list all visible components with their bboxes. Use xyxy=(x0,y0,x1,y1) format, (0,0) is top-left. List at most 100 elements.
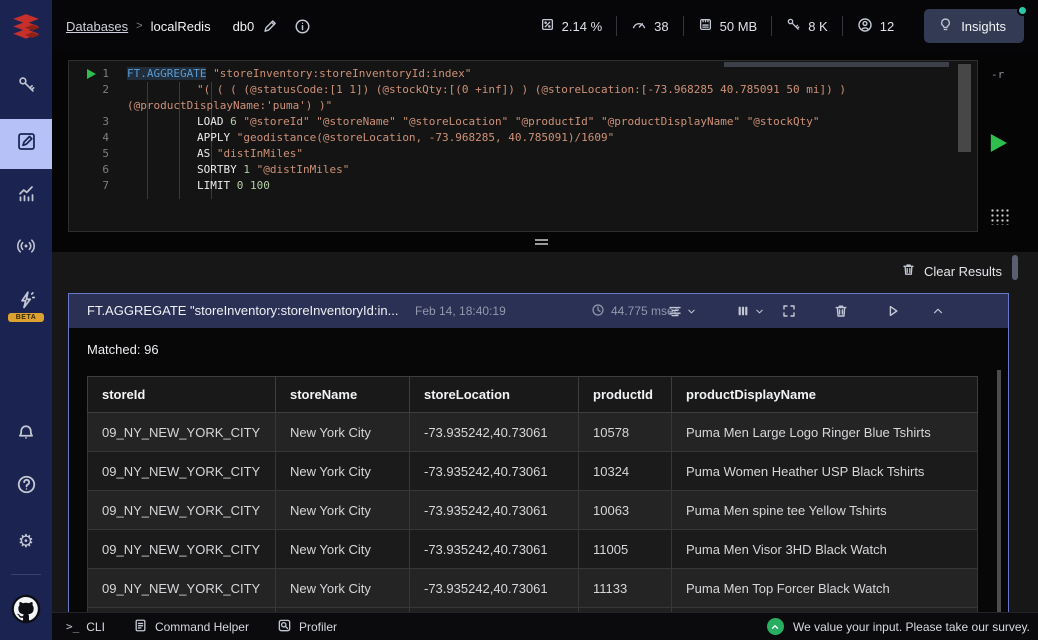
code-line[interactable]: 3LOAD 6 "@storeId" "@storeName" "@storeL… xyxy=(69,114,953,130)
profiler-label: Profiler xyxy=(299,620,337,634)
code-line[interactable]: 6SORTBY 1 "@distInMiles" xyxy=(69,162,953,178)
survey-icon xyxy=(767,618,784,635)
table-cell: -73.935242,40.73061 xyxy=(410,413,579,452)
table-view-button[interactable] xyxy=(735,294,765,328)
code-line[interactable]: (@productDisplayName:'puma') )" xyxy=(69,98,953,114)
profiler-button[interactable]: Profiler xyxy=(263,613,351,640)
sidebar-item-workbench[interactable] xyxy=(0,119,52,169)
sidebar-item-help[interactable] xyxy=(0,462,52,512)
beta-badge: BETA xyxy=(8,313,44,322)
table-cell: 09_NY_NEW_YORK_CITY xyxy=(88,530,276,569)
delete-result-button[interactable] xyxy=(833,294,849,328)
insights-button[interactable]: Insights xyxy=(924,9,1024,43)
table-row[interactable]: 09_NY_NEW_YORK_CITYNew York City-73.9352… xyxy=(88,413,978,452)
code-line[interactable]: 4APPLY "geodistance(@storeLocation, -73.… xyxy=(69,130,953,146)
table-cell: 09_NY_NEW_YORK_CITY xyxy=(88,569,276,608)
query-timestamp: Feb 14, 18:40:19 xyxy=(415,294,506,328)
code-text: LIMIT 0 100 xyxy=(127,178,270,194)
edit-database-icon[interactable] xyxy=(262,18,278,34)
workbench-edit-icon xyxy=(16,131,37,157)
table-row[interactable]: 09_NY_NEW_YORK_CITYNew York City-73.9352… xyxy=(88,452,978,491)
top-bar: Databases > localRedis db0 2.14 % xyxy=(52,0,1038,52)
cpu-value: 2.14 % xyxy=(562,19,602,34)
play-icon xyxy=(986,131,1010,155)
rerun-query-button[interactable] xyxy=(885,294,901,328)
clear-results-button[interactable]: Clear Results xyxy=(897,258,1006,284)
pane-divider[interactable] xyxy=(52,232,1038,252)
raw-mode-toggle[interactable]: -r xyxy=(991,68,1004,81)
results-table-head: storeIdstoreNamestoreLocationproductIdpr… xyxy=(88,377,978,413)
breadcrumb-separator: > xyxy=(136,20,142,32)
table-cell: Puma Women Heather USP Black Tshirts xyxy=(672,452,978,491)
table-cell: New York City xyxy=(276,530,410,569)
help-icon xyxy=(16,474,37,500)
table-cell: Puma Men Top Forcer Black Watch xyxy=(672,569,978,608)
metric-cpu: 2.14 % xyxy=(526,17,616,35)
chevron-up-icon xyxy=(931,304,945,318)
code-text: (@productDisplayName:'puma') )" xyxy=(127,98,332,114)
line-number: 3 xyxy=(69,114,127,130)
chevron-down-icon xyxy=(686,306,697,317)
minimap-viewport xyxy=(724,62,949,67)
column-header[interactable]: storeLocation xyxy=(410,377,579,413)
chevron-down-icon xyxy=(754,306,765,317)
table-cell: Puma Men Visor 3HD Black Watch xyxy=(672,530,978,569)
commands-per-sec-value: 38 xyxy=(654,19,668,34)
insights-label: Insights xyxy=(961,19,1006,34)
metric-total-keys: 8 K xyxy=(772,17,842,35)
table-cell: Puma Men spine tee Yellow Tshirts xyxy=(672,491,978,530)
sidebar-item-notifications[interactable] xyxy=(0,410,52,460)
code-line[interactable]: 2"( ( ( (@statusCode:[1 1]) (@stockQty:[… xyxy=(69,82,953,98)
column-header[interactable]: storeName xyxy=(276,377,410,413)
table-cell: -73.935242,40.73061 xyxy=(410,491,579,530)
clear-results-label: Clear Results xyxy=(924,264,1002,279)
collapse-result-button[interactable] xyxy=(931,294,945,328)
breadcrumb: Databases > localRedis db0 xyxy=(66,18,311,35)
survey-link[interactable]: We value your input. Please take our sur… xyxy=(767,618,1030,635)
columns-icon xyxy=(735,303,751,319)
sidebar-item-github[interactable] xyxy=(0,586,52,636)
view-mode-button[interactable] xyxy=(667,294,697,328)
breadcrumb-databases-link[interactable]: Databases xyxy=(66,19,128,34)
table-cell: New York City xyxy=(276,413,410,452)
query-editor[interactable]: 1FT.AGGREGATE "storeInventory:storeInven… xyxy=(68,60,978,232)
code-lines[interactable]: 1FT.AGGREGATE "storeInventory:storeInven… xyxy=(69,66,953,194)
sidebar-item-pubsub[interactable] xyxy=(0,223,52,273)
fullscreen-button[interactable] xyxy=(781,294,797,328)
results-scrollbar[interactable] xyxy=(1012,255,1018,280)
info-icon[interactable] xyxy=(294,18,311,35)
query-card-header[interactable]: FT.AGGREGATE "storeInventory:storeInvent… xyxy=(69,294,1008,328)
editor-resize-handle-icon[interactable] xyxy=(990,208,1009,225)
table-row[interactable]: 09_NY_NEW_YORK_CITYNew York City-73.9352… xyxy=(88,569,978,608)
card-scrollbar[interactable] xyxy=(997,370,1001,612)
table-cell: 10578 xyxy=(579,413,672,452)
cli-button[interactable]: >_ CLI xyxy=(52,613,119,640)
table-cell: New York City xyxy=(276,491,410,530)
results-table: storeIdstoreNamestoreLocationproductIdpr… xyxy=(87,376,978,612)
sidebar-item-browser[interactable] xyxy=(0,62,52,112)
command-helper-button[interactable]: Command Helper xyxy=(119,613,263,640)
table-cell: 11133 xyxy=(579,569,672,608)
column-header[interactable]: storeId xyxy=(88,377,276,413)
sidebar-item-analytics[interactable] xyxy=(0,170,52,220)
run-query-button[interactable] xyxy=(986,130,1012,156)
total-keys-value: 8 K xyxy=(808,19,828,34)
query-result-card: FT.AGGREGATE "storeInventory:storeInvent… xyxy=(68,293,1009,612)
sidebar-item-settings[interactable]: ⚙ xyxy=(0,516,52,566)
column-header[interactable]: productId xyxy=(579,377,672,413)
code-line[interactable]: 1FT.AGGREGATE "storeInventory:storeInven… xyxy=(69,66,953,82)
code-line[interactable]: 5AS "distInMiles" xyxy=(69,146,953,162)
redis-logo[interactable] xyxy=(0,0,52,58)
code-line[interactable]: 7LIMIT 0 100 xyxy=(69,178,953,194)
code-text: "( ( ( (@statusCode:[1 1]) (@stockQty:[(… xyxy=(127,82,846,98)
metric-connected-clients: 12 xyxy=(843,17,908,36)
table-row[interactable]: 09_NY_NEW_YORK_CITYNew York City-73.9352… xyxy=(88,491,978,530)
line-number: 5 xyxy=(69,146,127,162)
key-icon xyxy=(17,75,36,99)
user-icon xyxy=(857,17,873,36)
clock-icon xyxy=(591,303,605,320)
editor-scrollbar[interactable] xyxy=(958,64,971,152)
table-row[interactable]: 09_NY_NEW_YORK_CITYNew York City-73.9352… xyxy=(88,530,978,569)
column-header[interactable]: productDisplayName xyxy=(672,377,978,413)
redis-logo-icon xyxy=(9,13,43,45)
